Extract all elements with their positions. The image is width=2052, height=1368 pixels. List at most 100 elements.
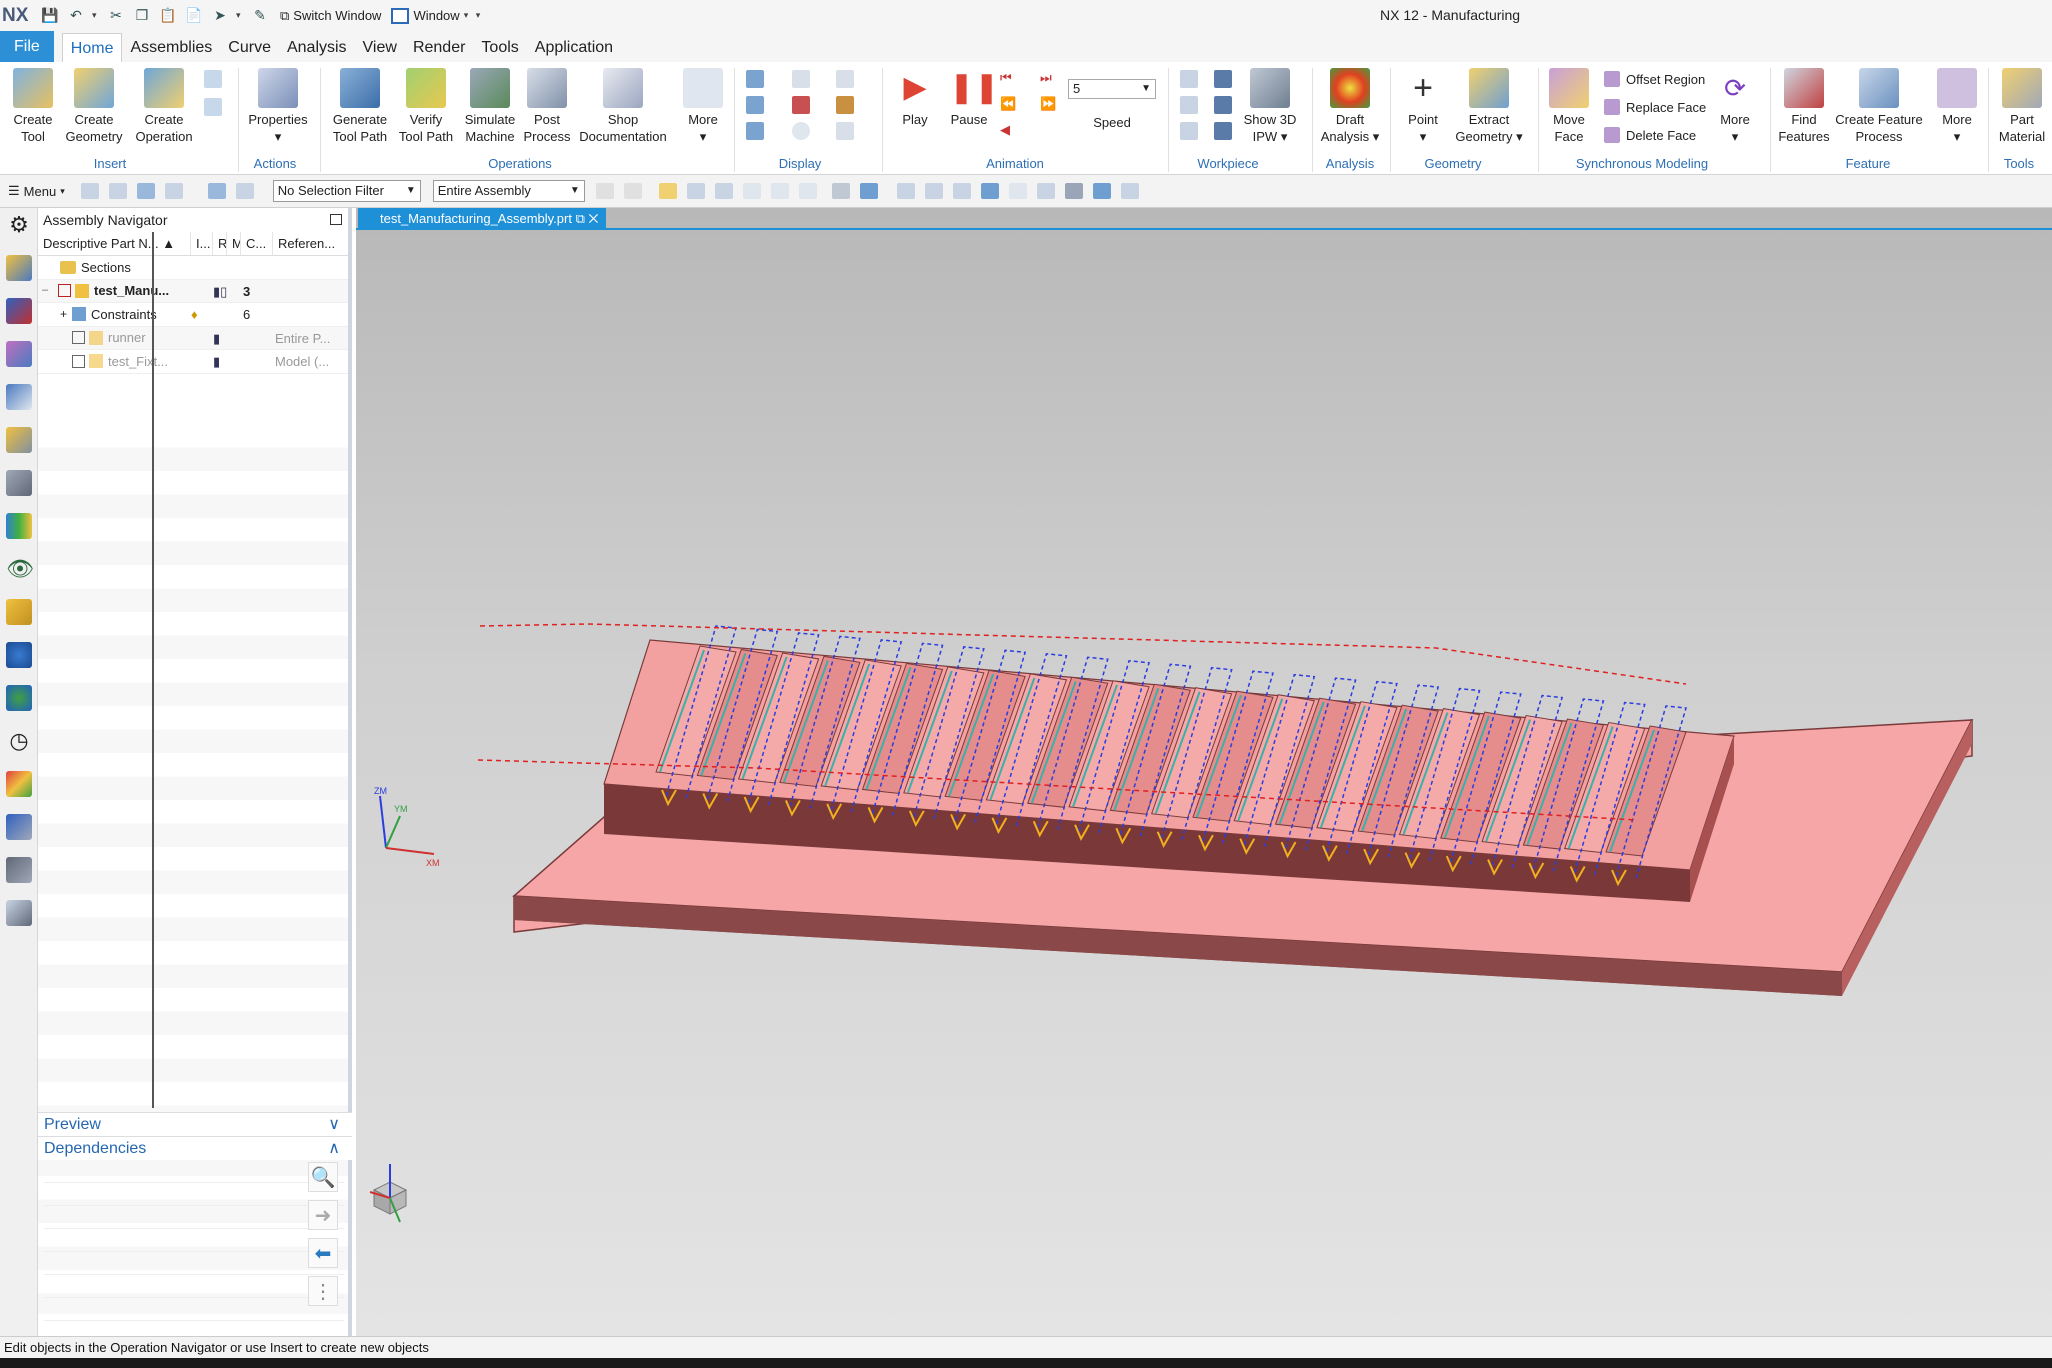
verify-tool-path-button[interactable]: Verify Tool Path <box>396 68 456 145</box>
tb-icon-2[interactable] <box>108 183 127 199</box>
view-icon-1[interactable] <box>831 183 850 199</box>
snap-icon-6[interactable] <box>798 183 817 199</box>
paste-special-icon[interactable]: 📄 <box>184 6 204 26</box>
web-browser-icon[interactable] <box>6 642 32 668</box>
settings-gear-icon[interactable]: ⚙ <box>6 212 32 238</box>
display-icon-9[interactable] <box>836 122 854 140</box>
simulate-machine-button[interactable]: Simulate Machine <box>460 68 520 145</box>
display-icon-8[interactable] <box>836 96 854 114</box>
tab-assemblies[interactable]: Assemblies <box>122 33 220 62</box>
part-material-button[interactable]: Part Material <box>1994 68 2050 145</box>
customize-qa-icon[interactable]: ▾ <box>476 10 484 21</box>
paste-icon[interactable]: 📋 <box>158 6 178 26</box>
tb-icon-4[interactable] <box>164 183 183 199</box>
workpiece-icon-3[interactable] <box>1180 122 1198 140</box>
properties-button[interactable]: Properties ▾ <box>246 68 310 145</box>
next-operation-icon[interactable]: ⏩ <box>1040 96 1058 114</box>
window-menu-button[interactable]: Window ▾ ▾ <box>391 7 484 24</box>
selection-filter-dropdown[interactable]: No Selection Filter ▼ <box>272 180 421 202</box>
snap-icon-4[interactable] <box>742 183 761 199</box>
view-icon-6[interactable] <box>1120 183 1139 199</box>
machining-feature-navigator-icon[interactable] <box>6 341 32 367</box>
touch-mode-icon[interactable]: ✎ <box>250 6 270 26</box>
manufacturing-wizard-icon[interactable] <box>6 900 32 926</box>
find-features-button[interactable]: Find Features <box>1776 68 1832 145</box>
insert-small-icon-2[interactable] <box>204 98 222 116</box>
tree-row-runner[interactable]: runner ▮ Entire P... <box>38 326 348 350</box>
visibility-checkbox[interactable] <box>72 354 85 368</box>
display-icon-4[interactable] <box>792 70 810 88</box>
workpiece-icon-2[interactable] <box>1180 96 1198 114</box>
clock-icon[interactable]: ◷ <box>6 728 32 754</box>
move-face-button[interactable]: Move Face <box>1544 68 1594 145</box>
display-icon-2[interactable] <box>746 96 764 114</box>
create-geometry-button[interactable]: Create Geometry <box>64 68 124 145</box>
selection-scope-dropdown[interactable]: Entire Assembly ▼ <box>432 180 585 202</box>
tab-render[interactable]: Render <box>405 33 473 62</box>
view-icon-4[interactable] <box>1036 183 1055 199</box>
show-3d-ipw-button[interactable]: Show 3D IPW ▾ <box>1240 68 1300 145</box>
preview-panel-header[interactable]: Preview ∨ <box>38 1112 352 1136</box>
document-tab[interactable]: test_Manufacturing_Assembly.prt ⧉ ✕ <box>358 208 607 229</box>
tb-icon-7[interactable] <box>595 183 614 199</box>
view-icon-5[interactable] <box>1064 183 1083 199</box>
snap-icon-2[interactable] <box>686 183 705 199</box>
extract-geometry-button[interactable]: Extract Geometry ▾ <box>1452 68 1526 145</box>
tb-icon-6[interactable] <box>235 183 254 199</box>
column-i[interactable]: I... <box>191 232 213 255</box>
expand-toggle-icon[interactable]: + <box>60 303 72 326</box>
system-scenes-icon[interactable] <box>6 857 32 883</box>
fit-icon[interactable] <box>896 183 915 199</box>
part-navigator-icon[interactable] <box>6 470 32 496</box>
pause-button[interactable]: ❚❚ Pause <box>944 68 999 128</box>
tab-tools[interactable]: Tools <box>473 33 526 62</box>
repeat-command-icon[interactable]: ➤ <box>210 6 230 26</box>
visibility-checkbox[interactable] <box>58 284 71 298</box>
visibility-checkbox[interactable] <box>72 331 85 345</box>
workpiece-icon-6[interactable] <box>1214 122 1232 140</box>
play-button[interactable]: ▶ Play <box>890 68 940 128</box>
post-process-button[interactable]: Post Process <box>522 68 572 145</box>
dependency-tree-icon[interactable]: ⋮ <box>308 1276 338 1306</box>
display-icon-3[interactable] <box>746 122 764 140</box>
arrow-left-icon[interactable]: ⬅ <box>308 1238 338 1268</box>
rotate-icon[interactable] <box>952 183 971 199</box>
display-icon-6[interactable] <box>792 122 810 140</box>
create-tool-button[interactable]: Create Tool <box>10 68 56 145</box>
close-tab-icon[interactable]: ✕ <box>589 211 599 226</box>
file-tab[interactable]: File <box>0 31 54 62</box>
view-icon-2[interactable] <box>859 183 878 199</box>
speed-dropdown[interactable]: 5 ▼ <box>1068 79 1156 99</box>
process-studio-icon[interactable] <box>6 771 32 797</box>
tab-curve[interactable]: Curve <box>220 33 279 62</box>
detach-icon[interactable]: ⧉ <box>576 211 585 226</box>
save-icon[interactable]: 💾 <box>40 6 60 26</box>
tab-analysis[interactable]: Analysis <box>279 33 355 62</box>
replace-face-button[interactable]: Replace Face <box>1604 99 1706 115</box>
generate-tool-path-button[interactable]: Generate Tool Path <box>330 68 390 145</box>
more-operations-button[interactable]: More ▾ <box>680 68 726 145</box>
shop-documentation-button[interactable]: Shop Documentation <box>578 68 668 145</box>
undo-dropdown-icon[interactable]: ▾ <box>92 10 100 21</box>
magnifier-icon[interactable]: 🔍 <box>308 1162 338 1192</box>
tb-icon-1[interactable] <box>80 183 99 199</box>
tab-view[interactable]: View <box>355 33 405 62</box>
column-m[interactable]: M <box>227 232 241 255</box>
workpiece-icon-5[interactable] <box>1214 96 1232 114</box>
offset-region-button[interactable]: Offset Region <box>1604 71 1705 87</box>
previous-operation-icon[interactable]: ⏪ <box>1000 96 1018 114</box>
workpiece-icon-4[interactable] <box>1214 70 1232 88</box>
delete-face-button[interactable]: Delete Face <box>1604 127 1696 143</box>
snap-icon-5[interactable] <box>770 183 789 199</box>
column-reference[interactable]: Referen... <box>273 232 343 255</box>
zoom-icon[interactable] <box>924 183 943 199</box>
tree-row-test-manufacturing[interactable]: – test_Manu... ▮▯ 3 <box>38 279 348 303</box>
tree-row-test-fixture[interactable]: test_Fixt... ▮ Model (... <box>38 350 348 374</box>
rewind-icon[interactable]: ◀ <box>1000 122 1018 140</box>
step-forward-icon[interactable]: ⏭ <box>1040 70 1058 88</box>
more-sync-button[interactable]: ⟳ More ▾ <box>1712 68 1758 145</box>
tab-home[interactable]: Home <box>61 33 123 62</box>
column-c[interactable]: C... <box>241 232 273 255</box>
copy-icon[interactable]: ❐ <box>132 6 152 26</box>
tree-row-sections[interactable]: Sections <box>38 256 348 280</box>
